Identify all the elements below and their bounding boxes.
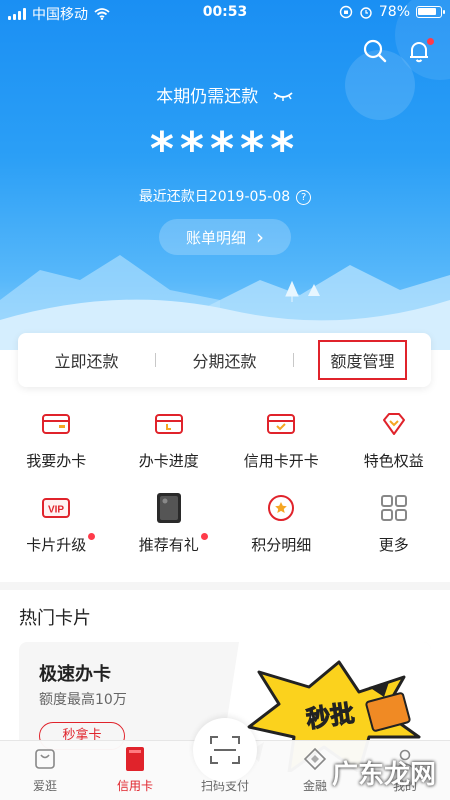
- grid-label: 更多: [378, 536, 409, 554]
- grid-item-card-upgrade[interactable]: VIP 卡片升级: [0, 488, 113, 572]
- user-icon: [393, 747, 417, 771]
- repayment-title: 本期仍需还款: [156, 87, 259, 107]
- finance-icon: [303, 747, 327, 771]
- card-icon: [40, 408, 72, 440]
- alarm-icon: [360, 7, 372, 19]
- grid-label: 信用卡开卡: [243, 452, 319, 470]
- chevron-right-icon: ›: [256, 225, 264, 249]
- grid-item-points[interactable]: 积分明细: [225, 488, 338, 572]
- grid-item-activate-card[interactable]: 信用卡开卡: [225, 404, 338, 488]
- credit-limit-label: 额度管理: [318, 340, 407, 380]
- grid-item-apply-card[interactable]: 我要办卡: [0, 404, 113, 488]
- credit-limit-button[interactable]: 额度管理: [294, 340, 431, 380]
- grid-item-more[interactable]: 更多: [338, 488, 450, 572]
- status-bar: 中国移动 00:53 78%: [0, 0, 450, 26]
- vip-label: VIP: [48, 505, 64, 516]
- search-icon[interactable]: [362, 38, 388, 64]
- tab-mine[interactable]: 我的: [360, 741, 450, 800]
- phone-thumbnail-icon: [153, 492, 185, 524]
- new-badge: [88, 533, 96, 540]
- tab-finance[interactable]: 金融: [270, 741, 360, 800]
- due-date: 最近还款日2019-05-08: [138, 189, 291, 205]
- grid-item-referral[interactable]: 推荐有礼: [113, 488, 226, 572]
- bill-details-button[interactable]: 账单明细 ›: [159, 219, 291, 255]
- tab-credit-card[interactable]: 信用卡: [90, 741, 180, 800]
- vip-icon: VIP: [40, 492, 72, 524]
- promo-subtitle: 额度最高10万: [39, 692, 127, 708]
- installment-button[interactable]: 分期还款: [156, 348, 293, 372]
- repay-now-label: 立即还款: [54, 352, 119, 371]
- grid-item-privileges[interactable]: 特色权益: [338, 404, 450, 488]
- hidden-amount: *****: [149, 122, 301, 176]
- grid-label: 推荐有礼: [138, 533, 208, 555]
- card-activate-icon: [265, 408, 297, 440]
- battery-icon: [416, 6, 445, 18]
- grid-label: 办卡进度: [138, 452, 199, 470]
- tab-browse[interactable]: 爱逛: [0, 741, 90, 800]
- new-badge: [200, 533, 208, 540]
- notification-bell-icon[interactable]: [406, 38, 434, 64]
- star-badge-icon: [265, 492, 297, 524]
- grid-label: 积分明细: [251, 536, 312, 554]
- repay-now-button[interactable]: 立即还款: [18, 348, 155, 372]
- promo-title: 极速办卡: [39, 664, 111, 685]
- section-divider: [0, 582, 450, 590]
- help-icon[interactable]: ?: [296, 189, 312, 205]
- diamond-icon: [378, 408, 410, 440]
- bill-details-label: 账单明细: [185, 228, 246, 247]
- grid-icon: [378, 492, 410, 524]
- grid-label: 我要办卡: [26, 452, 87, 470]
- grid-label-text: 卡片升级: [26, 536, 87, 554]
- tab-label: 爱逛: [32, 779, 57, 793]
- scan-icon[interactable]: [193, 718, 257, 782]
- card-progress-icon: [153, 408, 185, 440]
- installment-label: 分期还款: [192, 352, 257, 371]
- due-date-row: 最近还款日2019-05-08?: [0, 186, 450, 206]
- grid-label-text: 推荐有礼: [138, 536, 199, 554]
- repayment-title-row: 本期仍需还款: [0, 82, 450, 107]
- bag-icon: [33, 747, 57, 771]
- battery-percent: 78%: [378, 4, 410, 20]
- hide-eye-icon[interactable]: [272, 87, 294, 107]
- hot-cards-title: 热门卡片: [19, 608, 91, 629]
- grid-label: 特色权益: [363, 452, 424, 470]
- tab-label: 金融: [302, 779, 327, 793]
- notification-badge: [427, 38, 434, 45]
- tab-label: 我的: [392, 779, 417, 793]
- service-grid: 我要办卡 办卡进度 信用卡开卡 特色权益 VIP 卡片升级 推荐有礼 积分明细: [0, 404, 450, 572]
- hero-banner: 中国移动 00:53 78% 本期仍需还款 ***** 最近还款日2019-05…: [0, 0, 450, 350]
- grid-item-card-progress[interactable]: 办卡进度: [113, 404, 226, 488]
- repayment-actions-card: 立即还款 分期还款 额度管理: [18, 333, 431, 387]
- grid-label: 卡片升级: [26, 533, 96, 555]
- orientation-lock-icon: [339, 5, 353, 19]
- tab-label: 信用卡: [116, 779, 153, 793]
- credit-card-icon: [123, 747, 147, 771]
